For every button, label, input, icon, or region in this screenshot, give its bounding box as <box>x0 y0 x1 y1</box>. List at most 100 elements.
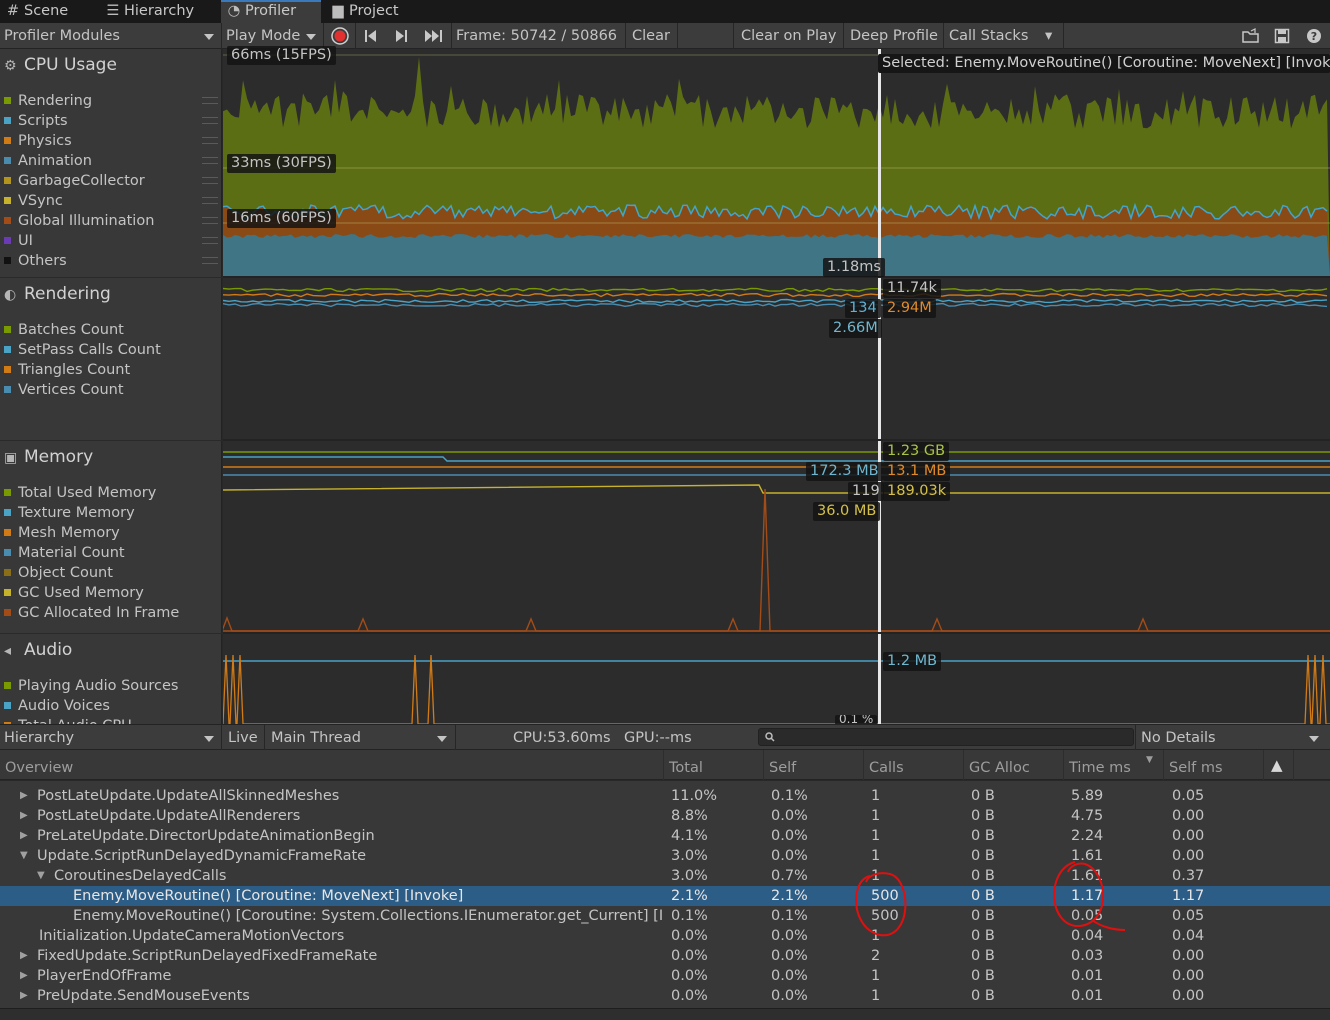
expand-arrow-icon[interactable]: ▶ <box>20 946 30 966</box>
details-dropdown[interactable]: No Details <box>1137 725 1325 751</box>
expand-arrow-icon[interactable]: ▶ <box>20 966 30 986</box>
live-toggle[interactable]: Live <box>224 725 264 751</box>
drag-handle-icon[interactable] <box>202 257 218 264</box>
help-button[interactable]: ? <box>1302 23 1326 49</box>
next-frame-button[interactable] <box>390 23 418 49</box>
chevron-down-icon[interactable]: ▾ <box>1045 23 1052 49</box>
module-item-material-count[interactable]: Material Count <box>4 543 125 563</box>
expand-arrow-icon[interactable]: ▶ <box>20 986 30 1006</box>
save-button[interactable] <box>1270 23 1294 49</box>
module-item-global-illumination[interactable]: Global Illumination <box>4 211 222 231</box>
search-input[interactable] <box>758 728 1134 746</box>
module-item-triangles-count[interactable]: Triangles Count <box>4 360 130 380</box>
drag-handle-icon[interactable] <box>202 217 218 224</box>
row-gc-alloc: 0 B <box>971 868 995 884</box>
profiler-chart-canvas[interactable] <box>223 49 1330 724</box>
series-color-swatch <box>4 702 11 709</box>
module-item-gc-allocated-in-frame[interactable]: GC Allocated In Frame <box>4 603 179 623</box>
row-self-ms: 0.37 <box>1172 868 1205 884</box>
row-total: 0.0% <box>671 928 708 944</box>
thread-label: Main Thread <box>271 730 361 746</box>
drag-handle-icon[interactable] <box>202 197 218 204</box>
module-item-scripts[interactable]: Scripts <box>4 111 222 131</box>
deep-profile-toggle[interactable]: Deep Profile <box>846 23 943 49</box>
module-item-animation[interactable]: Animation <box>4 151 222 171</box>
tab-project[interactable]: ▆ Project <box>325 0 425 23</box>
drag-handle-icon[interactable] <box>202 237 218 244</box>
module-item-ui[interactable]: UI <box>4 231 222 251</box>
tab-hierarchy[interactable]: ☰ Hierarchy <box>100 0 220 23</box>
folder-icon: ▆ <box>332 3 344 19</box>
table-row[interactable]: ▶ PreUpdate.SendMouseEvents 0.0% 0.0% 1 0 B 0.… <box>0 986 1330 1006</box>
module-rendering[interactable]: ◐ Rendering <box>4 282 111 306</box>
module-item-physics[interactable]: Physics <box>4 131 222 151</box>
module-item-audio-voices[interactable]: Audio Voices <box>4 696 110 716</box>
module-item-vsync[interactable]: VSync <box>4 191 222 211</box>
expand-arrow-icon[interactable]: ▶ <box>20 826 30 846</box>
column-overview[interactable]: Overview <box>0 750 664 780</box>
module-item-mesh-memory[interactable]: Mesh Memory <box>4 523 120 543</box>
collapse-arrow-icon[interactable]: ▼ <box>20 846 30 866</box>
drag-handle-icon[interactable] <box>202 117 218 124</box>
fast-forward-icon <box>425 30 442 42</box>
table-row[interactable]: Initialization.UpdateCameraMotionVectors… <box>0 926 1330 946</box>
drag-handle-icon[interactable] <box>202 97 218 104</box>
module-audio[interactable]: ◂ Audio <box>4 638 72 662</box>
clear-button[interactable]: Clear <box>628 23 678 49</box>
table-row[interactable]: ▶ PreLateUpdate.DirectorUpdateAnimationBe… <box>0 826 1330 846</box>
profiler-modules-dropdown[interactable]: Profiler Modules <box>0 23 220 49</box>
table-row[interactable]: ▶ PlayerEndOfFrame 0.0% 0.0% 1 0 B 0.01 0.00 <box>0 966 1330 986</box>
previous-frame-button[interactable] <box>358 23 386 49</box>
load-button[interactable] <box>1238 23 1264 49</box>
deep-profile-label: Deep Profile <box>850 28 938 44</box>
column-time-ms[interactable]: Time ms ▼ <box>1064 750 1164 780</box>
column-self-ms[interactable]: Self ms <box>1164 750 1264 780</box>
row-calls: 1 <box>871 968 881 984</box>
column-total[interactable]: Total <box>664 750 764 780</box>
collapse-arrow-icon[interactable]: ▼ <box>37 866 47 886</box>
cpu-time-readout: CPU:53.60ms <box>509 725 619 751</box>
drag-handle-icon[interactable] <box>202 157 218 164</box>
module-cpu-usage[interactable]: ⚙ CPU Usage <box>4 53 117 77</box>
module-item-object-count[interactable]: Object Count <box>4 563 113 583</box>
tab-profiler[interactable]: ◔ Profiler <box>221 0 321 23</box>
expand-arrow-icon[interactable]: ▶ <box>20 806 30 826</box>
module-item-label: Texture Memory <box>18 505 135 521</box>
clear-on-play-toggle[interactable]: Clear on Play <box>737 23 843 49</box>
module-item-texture-memory[interactable]: Texture Memory <box>4 503 135 523</box>
column-calls[interactable]: Calls <box>864 750 964 780</box>
module-item-others[interactable]: Others <box>4 251 222 271</box>
cpu-scripts-area <box>223 234 1330 276</box>
current-frame-button[interactable] <box>420 23 450 49</box>
expand-arrow-icon[interactable]: ▶ <box>20 786 30 806</box>
table-row[interactable]: ▼ CoroutinesDelayedCalls 3.0% 0.7% 1 0 B 1.61 0… <box>0 866 1330 886</box>
drag-handle-icon[interactable] <box>202 137 218 144</box>
module-memory[interactable]: ▣ Memory <box>4 445 93 469</box>
table-row[interactable]: ▼ Update.ScriptRunDelayedDynamicFrameRate… <box>0 846 1330 866</box>
column-overview-label: Overview <box>5 760 74 776</box>
module-item-label: VSync <box>18 193 63 209</box>
tab-scene[interactable]: # Scene <box>0 0 100 23</box>
view-mode-dropdown[interactable]: Hierarchy <box>0 725 220 751</box>
module-item-gc-used-memory[interactable]: GC Used Memory <box>4 583 144 603</box>
module-item-playing-audio-sources[interactable]: Playing Audio Sources <box>4 676 178 696</box>
module-item-setpass-calls-count[interactable]: SetPass Calls Count <box>4 340 161 360</box>
module-item-vertices-count[interactable]: Vertices Count <box>4 380 124 400</box>
module-item-rendering[interactable]: Rendering <box>4 91 222 111</box>
table-row[interactable]: Enemy.MoveRoutine() [Coroutine: System.C… <box>0 906 1330 926</box>
table-row[interactable]: ▶ FixedUpdate.ScriptRunDelayedFixedFrameR… <box>0 946 1330 966</box>
table-row[interactable]: ▶ PostLateUpdate.UpdateAllSkinnedMeshes 11… <box>0 786 1330 806</box>
rendering-series-line <box>223 298 1328 304</box>
call-stacks-toggle[interactable]: Call Stacks ▾ <box>945 23 1063 49</box>
module-item-total-used-memory[interactable]: Total Used Memory <box>4 483 156 503</box>
table-row[interactable]: ▶ PostLateUpdate.UpdateAllRenderers 8.8% 0.… <box>0 806 1330 826</box>
column-gc-alloc[interactable]: GC Alloc <box>964 750 1064 780</box>
drag-handle-icon[interactable] <box>202 177 218 184</box>
column-self[interactable]: Self <box>764 750 864 780</box>
column-warnings[interactable]: ▲ <box>1264 750 1294 780</box>
module-item-garbagecollector[interactable]: GarbageCollector <box>4 171 222 191</box>
table-row[interactable]: Enemy.MoveRoutine() [Coroutine: MoveNext… <box>0 886 1330 906</box>
module-item-batches-count[interactable]: Batches Count <box>4 320 124 340</box>
thread-dropdown[interactable]: Main Thread <box>267 725 453 751</box>
profiler-charts[interactable]: 66ms (15FPS) 33ms (30FPS) 16ms (60FPS) S… <box>223 46 1330 725</box>
